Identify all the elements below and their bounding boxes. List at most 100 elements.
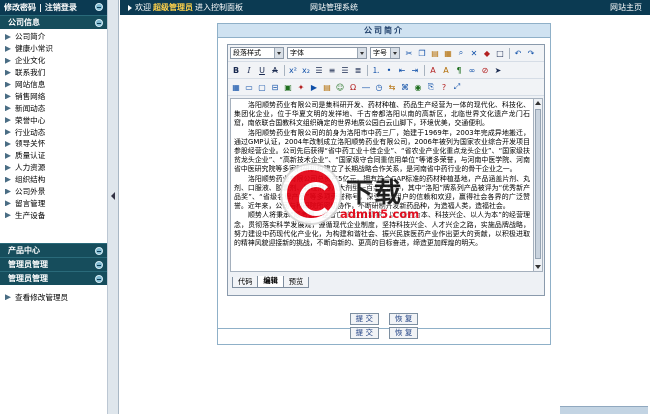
code-icon[interactable]: ⌘: [399, 81, 411, 93]
section-header-admin[interactable]: 管理员管理: [0, 257, 107, 272]
section-header-admin-2[interactable]: 管理员管理: [0, 271, 107, 286]
flash-icon[interactable]: ✦: [295, 81, 307, 93]
sidebar-item-site-info[interactable]: 网站信息: [0, 79, 107, 91]
collapse-toggle-icon[interactable]: [95, 261, 103, 270]
unlink-icon[interactable]: ⊘: [479, 64, 491, 76]
copy-icon[interactable]: ❐: [416, 47, 428, 59]
sidebar-item-industry[interactable]: 行业动态: [0, 126, 107, 138]
scroll-down-icon[interactable]: [535, 265, 541, 269]
sidebar-item-org[interactable]: 组织结构: [0, 174, 107, 186]
bold-icon[interactable]: B: [230, 64, 242, 76]
homepage-link[interactable]: 网站主页: [610, 2, 642, 13]
arrow-bullet-icon: [5, 188, 11, 195]
unordered-list-icon[interactable]: •: [383, 64, 395, 76]
rich-text-editor: 段落样式 字体 字号 ✂ ❐ ▤ ▦ ⌕ ✕ ◆ □ ↶ ↷ B I U A x…: [227, 44, 545, 296]
delete-icon[interactable]: ✕: [468, 47, 480, 59]
ordered-list-icon[interactable]: ⒈: [370, 64, 382, 76]
reset-button[interactable]: 恢 复: [389, 313, 419, 325]
eraser-icon[interactable]: ◆: [481, 47, 493, 59]
paste-text-icon[interactable]: ▦: [442, 47, 454, 59]
collapse-arrow-icon[interactable]: [111, 192, 115, 200]
tab-code[interactable]: 代码: [232, 277, 259, 288]
section-header-products[interactable]: 产品中心: [0, 243, 107, 258]
sidebar-item-quality[interactable]: 质量认证: [0, 150, 107, 162]
format-icon[interactable]: ¶: [453, 64, 465, 76]
font-size-select[interactable]: 字号: [370, 47, 400, 59]
cut-icon[interactable]: ✂: [403, 47, 415, 59]
superscript-icon[interactable]: x²: [287, 64, 299, 76]
subscript-icon[interactable]: x₂: [300, 64, 312, 76]
special-char-icon[interactable]: Ω: [347, 81, 359, 93]
horizontal-rule-icon[interactable]: ―: [360, 81, 372, 93]
pointer-icon[interactable]: ➤: [492, 64, 504, 76]
sidebar-item-company-intro[interactable]: 公司简介: [0, 31, 107, 43]
highlight-icon[interactable]: A: [440, 64, 452, 76]
font-select[interactable]: 字体: [287, 47, 367, 59]
sidebar-splitter[interactable]: [108, 0, 119, 414]
scroll-thumb[interactable]: [535, 109, 541, 259]
collapse-toggle-icon[interactable]: [95, 19, 103, 27]
sidebar-item-hr[interactable]: 人力资源: [0, 162, 107, 174]
align-left-icon[interactable]: ☰: [313, 64, 325, 76]
undo-icon[interactable]: ↶: [512, 47, 524, 59]
arrow-bullet-icon: [5, 69, 11, 76]
emoticon-icon[interactable]: ☺: [334, 81, 346, 93]
redo-icon[interactable]: ↷: [525, 47, 537, 59]
link-icon[interactable]: ∞: [466, 64, 478, 76]
toolbar-row-2: B I U A x² x₂ ☰ ≡ ☰ ≣ ⒈ • ⇤ ⇥ A A ¶ ∞ ⊘ …: [228, 62, 544, 79]
tab-edit[interactable]: 编辑: [257, 276, 284, 288]
collapse-toggle-icon[interactable]: [95, 247, 103, 256]
sidebar-item-health-tips[interactable]: 健康小常识: [0, 43, 107, 55]
textarea-icon[interactable]: ▢: [256, 81, 268, 93]
collapse-toggle-icon[interactable]: [95, 3, 103, 11]
reset-button-bottom[interactable]: 恢 复: [389, 327, 419, 339]
section-header-company-info[interactable]: 公司信息: [0, 15, 107, 29]
sidebar-item-honors[interactable]: 荣誉中心: [0, 114, 107, 126]
tab-preview[interactable]: 预览: [282, 277, 310, 288]
sidebar-item-news[interactable]: 新闻动态: [0, 102, 107, 114]
sidebar-item-view-admins[interactable]: 查看修改管理员: [0, 291, 107, 303]
sidebar-item-exterior[interactable]: 公司外景: [0, 186, 107, 198]
sidebar-item-sales-network[interactable]: 销售网络: [0, 90, 107, 102]
indent-icon[interactable]: ⇥: [409, 64, 421, 76]
image-icon[interactable]: ▣: [282, 81, 294, 93]
sidebar-item-leadership[interactable]: 领导关怀: [0, 138, 107, 150]
maximize-icon[interactable]: ⤢: [451, 81, 463, 93]
input-icon[interactable]: ⊟: [269, 81, 281, 93]
underline-icon[interactable]: U: [256, 64, 268, 76]
submit-button[interactable]: 提 交: [349, 313, 379, 325]
sidebar-item-equipment[interactable]: 生产设备: [0, 209, 107, 221]
change-password-link[interactable]: 修改密码: [4, 3, 36, 12]
align-center-icon[interactable]: ≡: [326, 64, 338, 76]
page-break-icon[interactable]: ⎘: [425, 81, 437, 93]
preview-icon[interactable]: ◉: [412, 81, 424, 93]
submit-button-bottom[interactable]: 提 交: [349, 327, 379, 339]
control-panel-link[interactable]: 进入控制面板: [195, 2, 243, 13]
file-icon[interactable]: ▤: [321, 81, 333, 93]
sidebar-item-messages[interactable]: 留言管理: [0, 197, 107, 209]
paste-icon[interactable]: ▤: [429, 47, 441, 59]
find-icon[interactable]: ⌕: [455, 47, 467, 59]
table-icon[interactable]: ▦: [230, 81, 242, 93]
sidebar-item-culture[interactable]: 企业文化: [0, 55, 107, 67]
editor-content-area[interactable]: 洛阳顺势药业有限公司是集科研开发、药材种植、药品生产经营为一体的现代化、科技化、…: [230, 98, 534, 272]
strikethrough-icon[interactable]: A: [269, 64, 281, 76]
arrow-bullet-icon: [5, 57, 11, 64]
media-icon[interactable]: ▶: [308, 81, 320, 93]
collapse-toggle-icon[interactable]: [95, 275, 103, 284]
help-icon[interactable]: ?: [438, 81, 450, 93]
scroll-up-icon[interactable]: [535, 101, 541, 105]
editor-scrollbar[interactable]: [534, 98, 543, 272]
marquee-icon[interactable]: ⇆: [386, 81, 398, 93]
datetime-icon[interactable]: ◷: [373, 81, 385, 93]
align-right-icon[interactable]: ☰: [339, 64, 351, 76]
blank-icon[interactable]: □: [494, 47, 506, 59]
paragraph-style-select[interactable]: 段落样式: [230, 47, 284, 59]
font-color-icon[interactable]: A: [427, 64, 439, 76]
italic-icon[interactable]: I: [243, 64, 255, 76]
outdent-icon[interactable]: ⇤: [396, 64, 408, 76]
justify-icon[interactable]: ≣: [352, 64, 364, 76]
form-icon[interactable]: ▭: [243, 81, 255, 93]
logout-link[interactable]: 注销登录: [45, 3, 77, 12]
sidebar-item-contact[interactable]: 联系我们: [0, 67, 107, 79]
